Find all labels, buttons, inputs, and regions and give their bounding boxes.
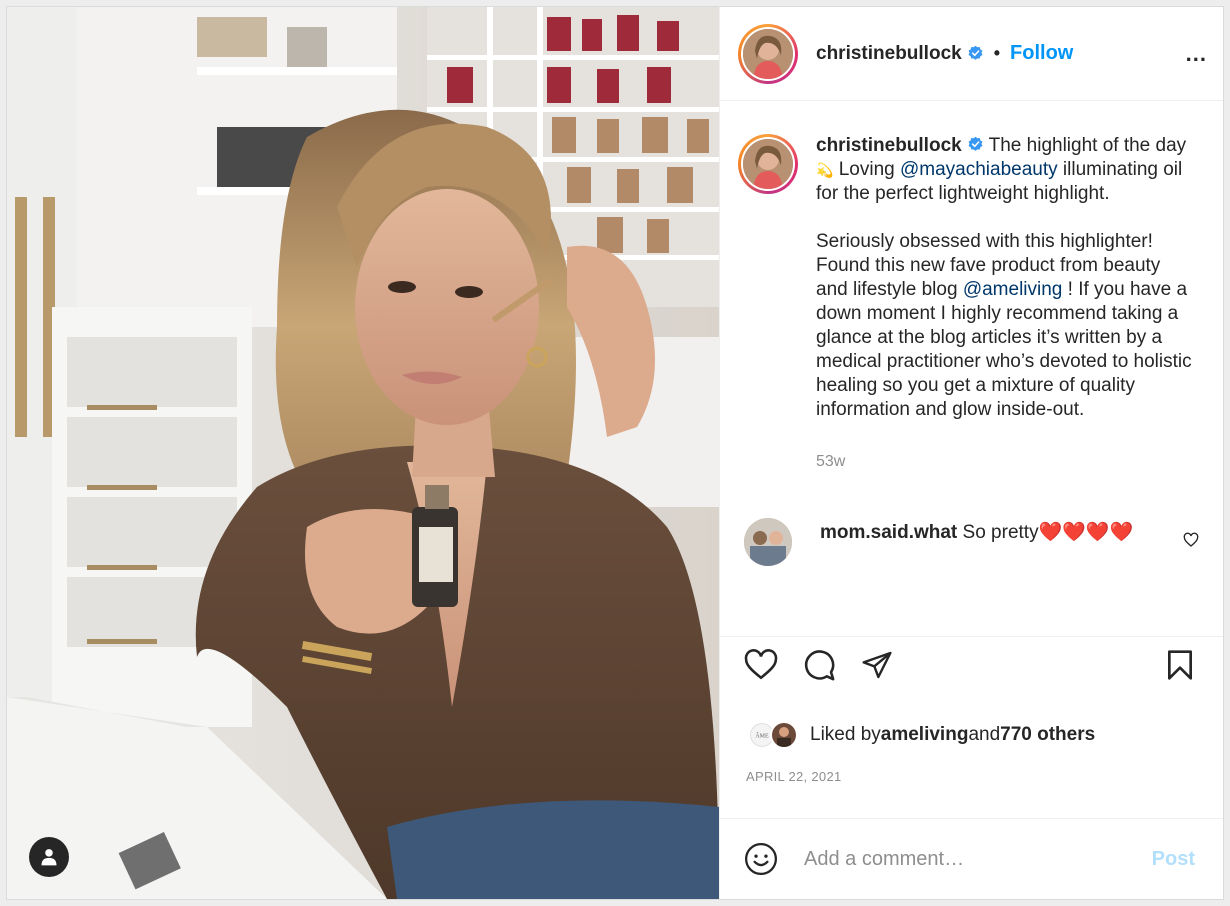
post-header: christinebullock • Follow ... <box>720 7 1223 101</box>
comment-button[interactable] <box>802 648 836 682</box>
comment-body: So pretty❤️❤️❤️❤️ <box>957 522 1134 543</box>
share-button[interactable] <box>860 649 894 681</box>
separator-dot: • <box>993 43 1001 63</box>
sparkle-emoji: 💫 <box>816 162 834 178</box>
likes-others-count[interactable]: 770 others <box>1000 724 1095 746</box>
post-dialog: christinebullock • Follow ... christineb… <box>6 6 1224 900</box>
more-options-button[interactable]: ... <box>1186 41 1207 67</box>
comment-username[interactable]: mom.said.what <box>820 522 957 543</box>
bookmark-icon <box>1168 650 1192 680</box>
emoji-button[interactable] <box>744 842 778 876</box>
post-date[interactable]: APRIL 22, 2021 <box>746 769 842 784</box>
commenter-avatar-image <box>744 518 792 566</box>
post-photo[interactable] <box>7 7 719 899</box>
smiley-icon <box>744 842 778 876</box>
tagged-people-button[interactable] <box>29 837 69 877</box>
liker-avatar <box>770 721 798 749</box>
author-avatar-image <box>743 28 793 79</box>
commenter-avatar[interactable] <box>744 518 792 566</box>
caption-text-part: Loving <box>833 159 900 180</box>
save-button[interactable] <box>1165 649 1195 681</box>
add-comment-bar: Post <box>720 818 1223 899</box>
heart-icon <box>744 649 778 680</box>
caption-text: christinebullock The highlight of the da… <box>816 134 1196 474</box>
likes-middle: and <box>968 724 1001 745</box>
comment-bubble-icon <box>804 650 835 681</box>
person-tag-icon <box>41 849 57 866</box>
post-actions <box>720 641 1223 689</box>
caption-timestamp[interactable]: 53w <box>816 450 1196 474</box>
likes-summary[interactable]: ÂME Liked by ameliving and 770 others <box>748 721 1095 749</box>
photo-illustration <box>7 7 719 899</box>
caption-avatar-image <box>743 139 793 189</box>
caption-username[interactable]: christinebullock <box>816 135 962 156</box>
author-avatar[interactable] <box>738 23 798 84</box>
svg-text:ÂME: ÂME <box>755 732 769 740</box>
comment-like-heart-icon[interactable] <box>1183 532 1199 548</box>
follow-button[interactable]: Follow <box>1010 42 1073 65</box>
paper-plane-icon <box>862 651 892 679</box>
comments-section[interactable]: christinebullock The highlight of the da… <box>720 102 1223 637</box>
verified-badge-icon <box>968 45 983 60</box>
like-button[interactable] <box>744 649 778 681</box>
mention-link[interactable]: @mayachiabeauty <box>900 159 1058 180</box>
liker-username[interactable]: ameliving <box>881 724 969 746</box>
author-username[interactable]: christinebullock <box>816 43 962 65</box>
caption-author-avatar[interactable] <box>738 134 798 194</box>
verified-badge-icon <box>968 136 983 151</box>
caption-text-part: ! If you have a down moment I highly rec… <box>816 279 1192 420</box>
comment-text: mom.said.what So pretty❤️❤️❤️❤️ <box>820 518 1133 544</box>
likes-prefix: Liked by <box>810 724 881 745</box>
comment-item: mom.said.what So pretty❤️❤️❤️❤️ <box>720 474 1223 566</box>
caption: christinebullock The highlight of the da… <box>720 102 1223 474</box>
post-side-panel: christinebullock • Follow ... christineb… <box>719 7 1223 899</box>
liker-avatar-image <box>772 723 796 747</box>
liker-avatars: ÂME <box>748 721 798 749</box>
caption-text-part: The highlight of the day <box>983 135 1187 156</box>
comment-input[interactable] <box>804 847 1152 871</box>
mention-link[interactable]: @ameliving <box>963 279 1063 300</box>
post-comment-button[interactable]: Post <box>1152 848 1195 871</box>
